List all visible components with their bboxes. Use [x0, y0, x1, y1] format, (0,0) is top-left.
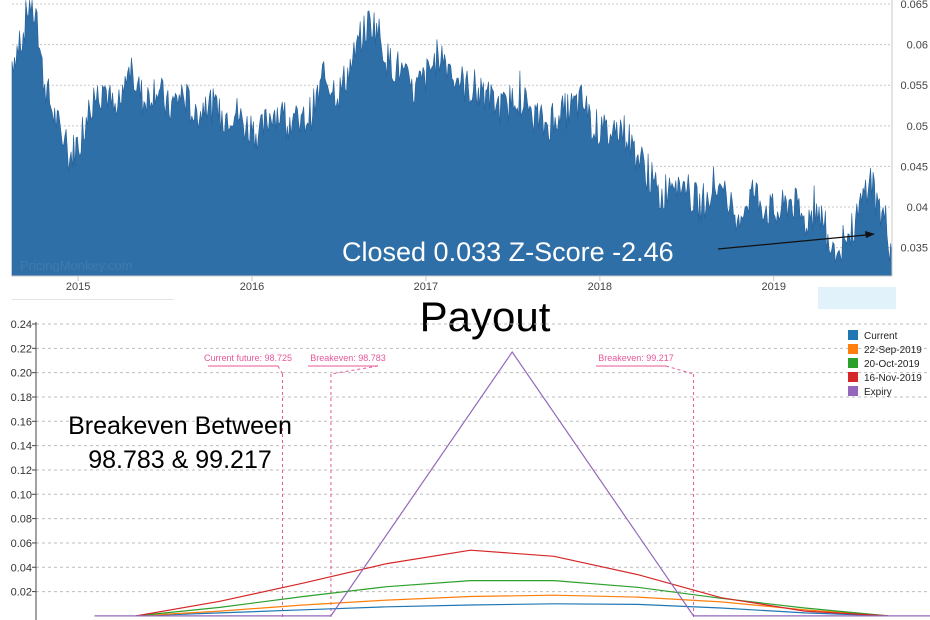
top-y-axis-ticks: 0.035 0.04 0.045 0.05 0.055 0.06 0.065: [900, 0, 928, 255]
legend-swatch: [848, 330, 858, 340]
x-tick-label: 2015: [66, 281, 90, 293]
x-tick-label: 2017: [414, 281, 438, 293]
y-tick-label: 0.055: [900, 80, 928, 92]
series-line-expiry: [94, 350, 930, 617]
x-tick-label: 2019: [761, 281, 785, 293]
y-tick-label: 0.065: [900, 0, 928, 11]
legend-label: Expiry: [864, 387, 892, 398]
watermark: PricingMonkey.com: [20, 258, 132, 273]
series-line-current: [136, 603, 889, 617]
y-tick-label: 0.04: [907, 202, 928, 214]
y-tick-label: 0.06: [11, 538, 32, 550]
payout-y-axis-ticks: 0.02 0.04 0.06 0.08 0.10 0.12 0.14 0.16 0.18 0.20…: [11, 319, 36, 599]
chart-canvas: PricingMonkey.com 2015 2016 2017 2018 2019 0…: [11, 0, 930, 620]
payout-series: [94, 350, 930, 617]
legend-swatch: [848, 372, 858, 382]
top-x-axis-ticks: 2015 2016 2017 2018 2019: [66, 276, 786, 293]
y-tick-label: 0.035: [900, 243, 928, 255]
breakeven-annotation-line-2: 98.783 & 99.217: [88, 446, 272, 474]
chart-title: Payout: [420, 293, 551, 340]
x-tick-label: 2018: [588, 281, 612, 293]
legend-swatch: [848, 358, 858, 368]
y-tick-label: 0.12: [11, 465, 32, 477]
navigator-divider: [12, 299, 174, 300]
y-tick-label: 0.18: [11, 392, 32, 404]
y-tick-label: 0.24: [11, 319, 32, 331]
x-tick-label: 2016: [240, 281, 264, 293]
series-line-22-sep-2019: [136, 594, 889, 617]
legend-label: 20-Oct-2019: [864, 359, 920, 370]
y-tick-label: 0.16: [11, 416, 32, 428]
reference-label: Breakeven: 98.783: [310, 353, 386, 363]
z-score-area-chart: PricingMonkey.com 2015 2016 2017 2018 2019 0…: [11, 0, 928, 309]
reference-label: Breakeven: 99.217: [598, 353, 674, 363]
y-tick-label: 0.045: [900, 161, 928, 173]
legend-swatch: [848, 344, 858, 354]
payout-line-chart: Payout 0.020.040.060.080.100.120.140.160…: [11, 293, 930, 620]
y-tick-label: 0.05: [907, 121, 928, 133]
y-tick-label: 0.20: [11, 368, 32, 380]
reference-label: Current future: 98.725: [204, 353, 292, 363]
y-tick-label: 0.06: [907, 40, 928, 52]
navigator-handle[interactable]: [818, 287, 896, 309]
legend: Current 22-Sep-2019 20-Oct-2019 16-Nov-2019…: [848, 330, 922, 398]
y-tick-label: 0.08: [11, 514, 32, 526]
legend-label: 16-Nov-2019: [864, 373, 922, 384]
y-tick-label: 0.02: [11, 587, 32, 599]
legend-label: 22-Sep-2019: [864, 345, 922, 356]
breakeven-annotation-line-1: Breakeven Between: [68, 412, 292, 440]
y-tick-label: 0.04: [11, 562, 32, 574]
legend-swatch: [848, 386, 858, 396]
y-tick-label: 0.22: [11, 343, 32, 355]
legend-label: Current: [864, 331, 898, 342]
series-line-16-nov-2019: [136, 549, 889, 617]
y-tick-label: 0.10: [11, 489, 32, 501]
y-tick-label: 0.14: [11, 441, 32, 453]
reference-lines: Current future: 98.725 Breakeven: 98.783 B…: [204, 353, 695, 620]
closing-annotation: Closed 0.033 Z-Score -2.46: [342, 237, 674, 267]
